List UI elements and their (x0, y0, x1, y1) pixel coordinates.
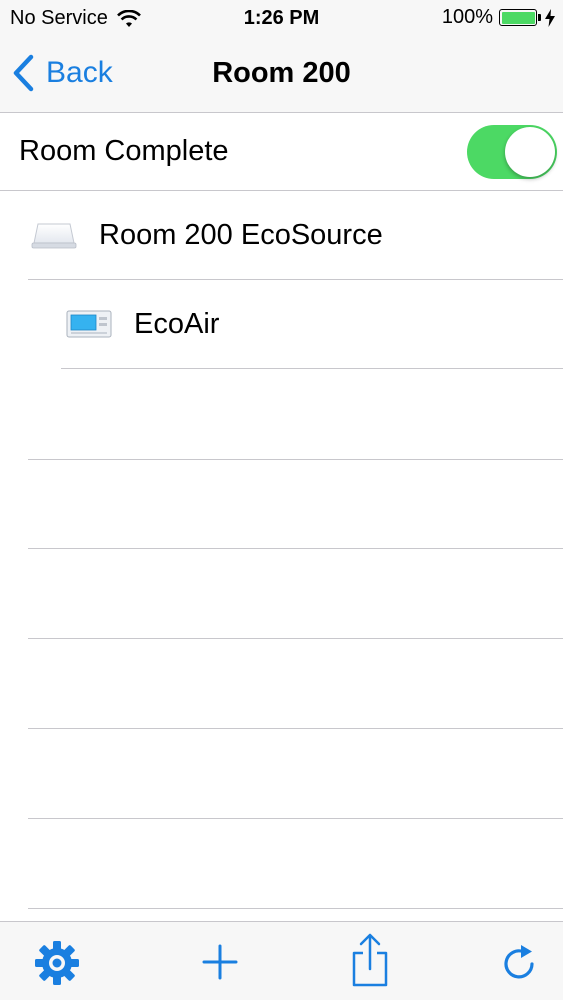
list-item-ecoair[interactable]: EcoAir (61, 280, 563, 369)
room-complete-row: Room Complete (0, 113, 563, 191)
bottom-toolbar (0, 921, 563, 1000)
page-title: Room 200 (212, 57, 351, 89)
share-icon (352, 933, 388, 987)
status-bar: No Service 1:26 PM 100% (0, 0, 563, 36)
refresh-button[interactable] (499, 943, 539, 983)
gear-icon (35, 941, 79, 985)
list-item-label: EcoAir (134, 308, 220, 340)
battery-percent: 100% (441, 6, 493, 28)
ecoair-thermostat-icon (66, 310, 112, 338)
empty-row-separator (28, 818, 563, 819)
navigation-bar: Back Room 200 (0, 36, 563, 113)
ecosource-device-icon (31, 223, 77, 249)
add-button[interactable] (202, 944, 238, 980)
empty-row-separator (28, 548, 563, 549)
list-item-label: Room 200 EcoSource (99, 219, 383, 251)
room-complete-label: Room Complete (19, 135, 229, 167)
empty-row-separator (28, 459, 563, 460)
settings-button[interactable] (33, 939, 81, 987)
add-icon (202, 944, 238, 980)
battery-nub (538, 14, 541, 21)
empty-row-separator (28, 728, 563, 729)
list-item-ecosource[interactable]: Room 200 EcoSource (28, 191, 563, 280)
battery-icon (499, 9, 537, 26)
battery-fill (501, 11, 535, 24)
room-complete-toggle[interactable] (467, 125, 557, 179)
empty-row-separator (28, 908, 563, 909)
share-button[interactable] (351, 933, 389, 987)
charging-bolt-icon (545, 8, 555, 27)
refresh-icon (504, 945, 534, 979)
toggle-knob (505, 127, 555, 177)
empty-row-separator (28, 638, 563, 639)
status-right: 100% (442, 6, 555, 29)
